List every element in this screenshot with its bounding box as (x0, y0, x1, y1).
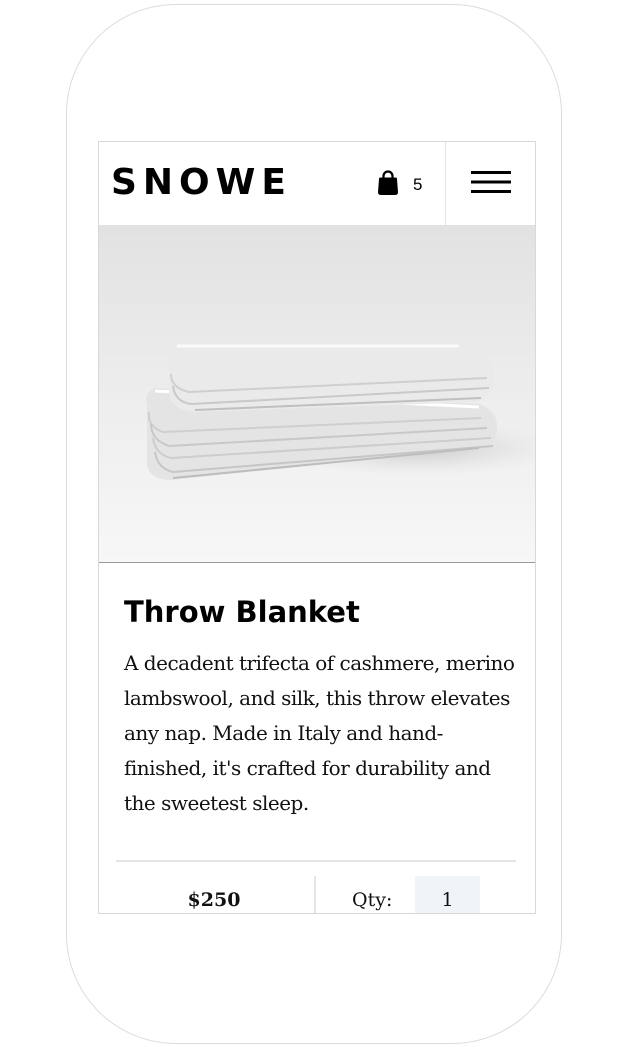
product-image (99, 226, 535, 563)
cart-count: 5 (413, 175, 423, 194)
brand-logo[interactable]: SNOWE (111, 161, 292, 205)
hamburger-menu-icon (470, 170, 511, 199)
product-text: Throw Blanket A decadent trifecta of cas… (124, 594, 519, 821)
site-header: SNOWE 5 (99, 142, 535, 226)
product-title: Throw Blanket (124, 595, 360, 629)
product-description: A decadent trifecta of cashmere, merino … (124, 651, 515, 815)
quantity-input[interactable] (415, 876, 480, 913)
quantity-label: Qty: (352, 889, 393, 911)
cart-button[interactable]: 5 (377, 169, 423, 201)
shopping-bag-icon (377, 169, 399, 201)
menu-button[interactable] (446, 142, 535, 226)
purchase-divider (116, 860, 516, 862)
price-qty-divider (314, 876, 316, 913)
product-price: $250 (187, 889, 241, 911)
